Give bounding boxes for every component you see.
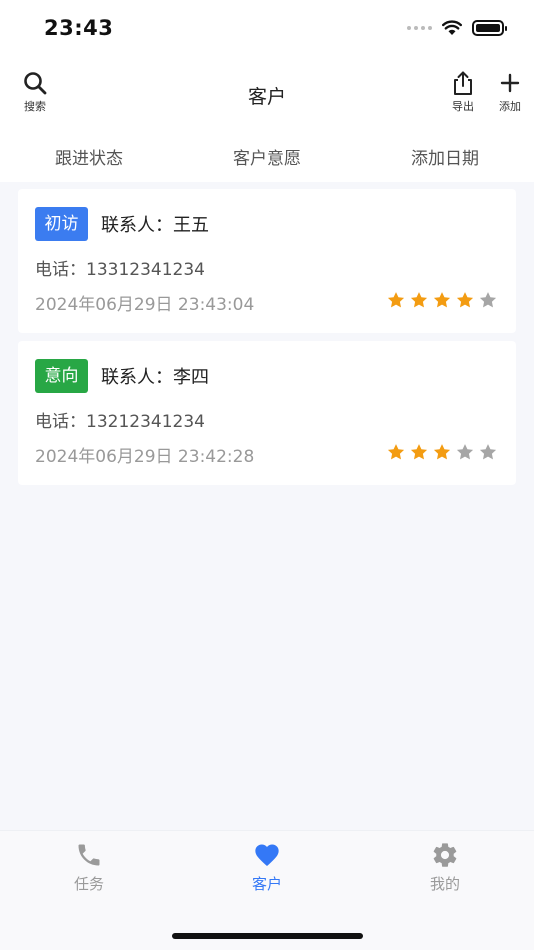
star-filled-icon — [410, 292, 428, 308]
status-bar: 23:43 — [0, 0, 534, 60]
filter-customer-intent[interactable]: 客户意愿 — [178, 130, 356, 180]
wifi-icon — [442, 20, 462, 35]
phone-icon — [78, 844, 100, 866]
customer-card[interactable]: 意向 联系人：李四 电话：13212341234 2024年06月29日 23:… — [18, 341, 516, 485]
tab-bar: 任务 客户 我的 — [0, 830, 534, 950]
added-date: 2024年06月29日 23:42:28 — [35, 447, 255, 467]
header-area: 23:43 搜索 客户 导出 添加 跟进状态 客户意愿 添加日期 — [0, 0, 534, 182]
customer-card[interactable]: 初访 联系人：王五 电话：13312341234 2024年06月29日 23:… — [18, 189, 516, 333]
customer-card-header: 初访 联系人：王五 — [35, 207, 209, 241]
status-badge: 初访 — [35, 207, 88, 241]
star-filled-icon — [387, 444, 405, 460]
add-label: 添加 — [499, 100, 521, 113]
star-filled-icon — [433, 444, 451, 460]
star-empty-icon — [479, 292, 497, 308]
tab-task-label: 任务 — [73, 875, 104, 893]
star-rating — [386, 290, 498, 310]
tab-mine[interactable]: 我的 — [385, 841, 505, 894]
phone-number: 电话：13312341234 — [35, 260, 205, 280]
status-time: 23:43 — [44, 16, 114, 40]
star-empty-icon — [456, 444, 474, 460]
star-filled-icon — [387, 292, 405, 308]
filter-follow-status[interactable]: 跟进状态 — [0, 130, 178, 180]
navbar: 搜索 客户 导出 添加 — [0, 62, 534, 122]
star-filled-icon — [456, 292, 474, 308]
tab-task[interactable]: 任务 — [29, 841, 149, 894]
add-button[interactable]: 添加 — [497, 70, 523, 114]
home-indicator — [172, 933, 363, 939]
contact-name: 联系人：王五 — [101, 215, 209, 236]
added-date: 2024年06月29日 23:43:04 — [35, 295, 255, 315]
star-empty-icon — [479, 444, 497, 460]
filter-bar: 跟进状态 客户意愿 添加日期 — [0, 130, 534, 180]
heart-icon — [255, 844, 279, 866]
tab-customer-label: 客户 — [251, 875, 282, 893]
status-badge: 意向 — [35, 359, 88, 393]
tab-mine-label: 我的 — [429, 875, 460, 893]
status-icons — [407, 20, 507, 36]
tab-customer[interactable]: 客户 — [207, 841, 327, 894]
export-label: 导出 — [452, 100, 474, 113]
battery-icon — [472, 20, 507, 36]
star-rating — [386, 442, 498, 462]
customer-card-header: 意向 联系人：李四 — [35, 359, 209, 393]
gear-icon — [433, 843, 457, 867]
phone-number: 电话：13212341234 — [35, 412, 205, 432]
star-filled-icon — [410, 444, 428, 460]
filter-add-date[interactable]: 添加日期 — [356, 130, 534, 180]
share-icon — [454, 71, 472, 95]
contact-name: 联系人：李四 — [101, 367, 209, 388]
export-button[interactable]: 导出 — [450, 70, 476, 114]
plus-icon — [500, 73, 520, 93]
star-filled-icon — [433, 292, 451, 308]
signal-icon — [407, 26, 432, 30]
